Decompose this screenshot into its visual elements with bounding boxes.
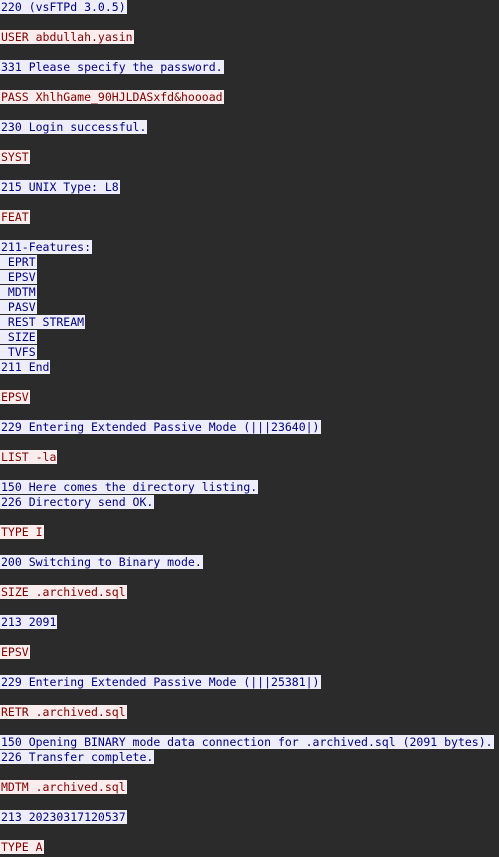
- server-line: EPRT: [0, 255, 499, 270]
- server-line: SIZE: [0, 330, 499, 345]
- server-text: 200 Switching to Binary mode.: [0, 555, 203, 569]
- server-line: 331 Please specify the password.: [0, 60, 499, 75]
- client-line: TYPE I: [0, 525, 499, 540]
- server-text: 220 (vsFTPd 3.0.5): [0, 0, 127, 14]
- client-line: MDTM .archived.sql: [0, 780, 499, 795]
- server-line: 220 (vsFTPd 3.0.5): [0, 0, 499, 15]
- client-line: EPSV: [0, 390, 499, 405]
- server-text: 150 Here comes the directory listing.: [0, 480, 259, 494]
- server-line: 215 UNIX Type: L8: [0, 180, 499, 195]
- client-text: USER abdullah.yasin: [0, 30, 134, 44]
- server-text: TVFS: [0, 345, 37, 359]
- server-text: 150 Opening BINARY mode data connection …: [0, 735, 494, 749]
- server-line: 150 Here comes the directory listing.: [0, 480, 499, 495]
- client-line: USER abdullah.yasin: [0, 30, 499, 45]
- server-text: 230 Login successful.: [0, 120, 148, 134]
- client-line: FEAT: [0, 210, 499, 225]
- server-line: 230 Login successful.: [0, 120, 499, 135]
- server-text: REST STREAM: [0, 315, 86, 329]
- client-text: FEAT: [0, 210, 30, 224]
- server-line: 229 Entering Extended Passive Mode (|||2…: [0, 420, 499, 435]
- client-text: SIZE .archived.sql: [0, 585, 127, 599]
- server-text: SIZE: [0, 330, 37, 344]
- server-text: MDTM: [0, 285, 37, 299]
- server-text: 331 Please specify the password.: [0, 60, 224, 74]
- client-text: MDTM .archived.sql: [0, 780, 127, 794]
- client-text: TYPE A: [0, 840, 44, 854]
- server-text: EPSV: [0, 270, 37, 284]
- tcp-stream-content: 220 (vsFTPd 3.0.5) USER abdullah.yasin 331…: [0, 0, 499, 855]
- server-line: 200 Switching to Binary mode.: [0, 555, 499, 570]
- server-line: 211-Features:: [0, 240, 499, 255]
- client-line: SYST: [0, 150, 499, 165]
- client-text: RETR .archived.sql: [0, 705, 127, 719]
- server-text: 213 2091: [0, 615, 58, 629]
- server-text: 211 End: [0, 360, 51, 374]
- client-text: PASS XhlhGame_90HJLDASxfd&hoooad: [0, 90, 224, 104]
- server-line: 213 20230317120537: [0, 810, 499, 825]
- client-text: EPSV: [0, 390, 30, 404]
- server-line: TVFS: [0, 345, 499, 360]
- server-line: 213 2091: [0, 615, 499, 630]
- server-text: EPRT: [0, 255, 37, 269]
- server-text: 226 Transfer complete.: [0, 750, 155, 764]
- server-line: MDTM: [0, 285, 499, 300]
- client-line: EPSV: [0, 645, 499, 660]
- server-text: PASV: [0, 300, 37, 314]
- client-line: SIZE .archived.sql: [0, 585, 499, 600]
- server-text: 229 Entering Extended Passive Mode (|||2…: [0, 420, 321, 434]
- server-line: REST STREAM: [0, 315, 499, 330]
- server-text: 215 UNIX Type: L8: [0, 180, 120, 194]
- client-text: TYPE I: [0, 525, 44, 539]
- server-line: 226 Directory send OK.: [0, 495, 499, 510]
- server-line: 229 Entering Extended Passive Mode (|||2…: [0, 675, 499, 690]
- client-line: PASS XhlhGame_90HJLDASxfd&hoooad: [0, 90, 499, 105]
- server-text: 229 Entering Extended Passive Mode (|||2…: [0, 675, 321, 689]
- client-line: RETR .archived.sql: [0, 705, 499, 720]
- server-text: 211-Features:: [0, 240, 93, 254]
- server-text: 226 Directory send OK.: [0, 495, 155, 509]
- client-line: LIST -la: [0, 450, 499, 465]
- server-line: 150 Opening BINARY mode data connection …: [0, 735, 499, 750]
- server-line: 226 Transfer complete.: [0, 750, 499, 765]
- client-line: TYPE A: [0, 840, 499, 855]
- client-text: LIST -la: [0, 450, 58, 464]
- client-text: EPSV: [0, 645, 30, 659]
- server-line: 211 End: [0, 360, 499, 375]
- server-line: EPSV: [0, 270, 499, 285]
- client-text: SYST: [0, 150, 30, 164]
- server-line: PASV: [0, 300, 499, 315]
- server-text: 213 20230317120537: [0, 810, 127, 824]
